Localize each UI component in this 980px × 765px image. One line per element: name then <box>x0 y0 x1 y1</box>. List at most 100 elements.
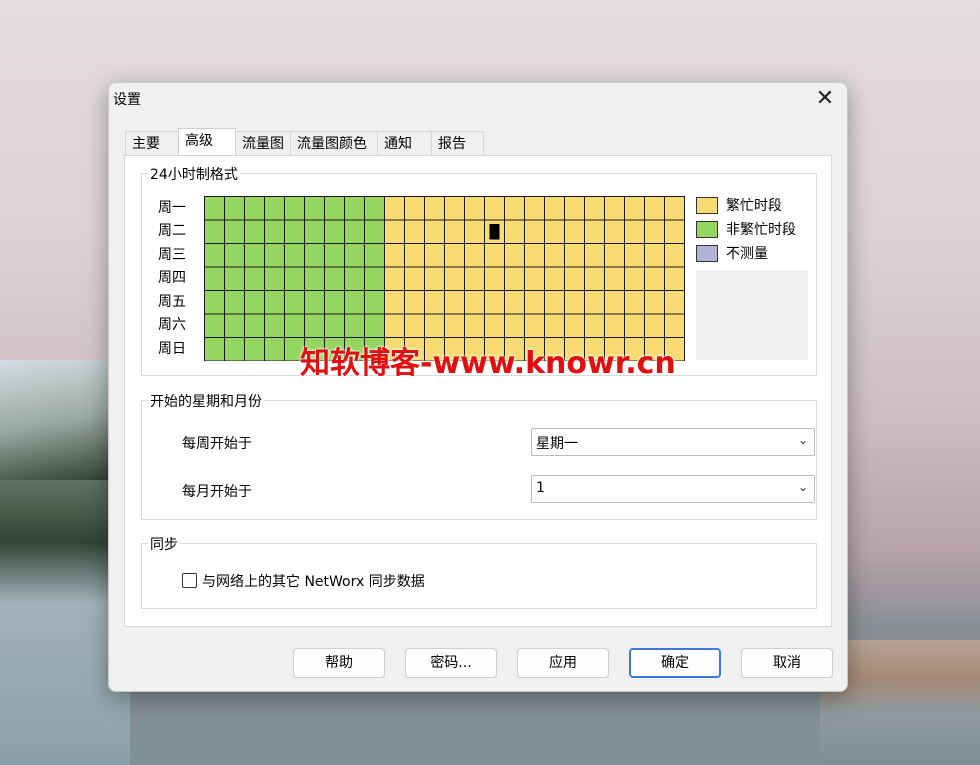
schedule-cell[interactable] <box>264 266 285 291</box>
schedule-cell[interactable] <box>324 266 345 291</box>
schedule-cell[interactable] <box>404 196 425 221</box>
schedule-cell[interactable] <box>424 290 445 315</box>
schedule-cell[interactable] <box>304 290 325 315</box>
schedule-cell[interactable] <box>564 290 585 315</box>
schedule-cell[interactable] <box>664 243 685 268</box>
schedule-cell[interactable] <box>624 290 645 315</box>
schedule-cell[interactable] <box>604 313 625 338</box>
schedule-cell[interactable] <box>304 196 325 221</box>
schedule-cell[interactable] <box>664 313 685 338</box>
schedule-cell[interactable] <box>544 266 565 291</box>
schedule-cell[interactable] <box>464 290 485 315</box>
schedule-cell[interactable] <box>384 290 405 315</box>
schedule-cell[interactable] <box>564 313 585 338</box>
schedule-cell[interactable] <box>264 219 285 244</box>
schedule-cell[interactable] <box>664 219 685 244</box>
schedule-cell[interactable] <box>484 266 505 291</box>
schedule-cell[interactable] <box>424 313 445 338</box>
schedule-cell[interactable] <box>484 243 505 268</box>
ok-button[interactable]: 确定 <box>629 648 721 678</box>
schedule-cell[interactable] <box>264 337 285 362</box>
schedule-cell[interactable] <box>584 196 605 221</box>
schedule-cell[interactable] <box>344 219 365 244</box>
schedule-cell[interactable] <box>364 196 385 221</box>
schedule-cell[interactable] <box>304 266 325 291</box>
tab-main[interactable]: 主要 <box>125 131 179 155</box>
schedule-cell[interactable] <box>204 196 225 221</box>
schedule-cell[interactable] <box>344 290 365 315</box>
schedule-cell[interactable] <box>224 243 245 268</box>
schedule-cell[interactable] <box>624 196 645 221</box>
schedule-cell[interactable] <box>524 266 545 291</box>
schedule-cell[interactable] <box>504 243 525 268</box>
schedule-cell[interactable] <box>564 219 585 244</box>
schedule-cell[interactable] <box>564 243 585 268</box>
schedule-cell[interactable] <box>524 290 545 315</box>
tab-graph[interactable]: 流量图 <box>235 131 291 155</box>
schedule-cell[interactable] <box>344 243 365 268</box>
schedule-cell[interactable] <box>584 219 605 244</box>
schedule-cell[interactable] <box>344 313 365 338</box>
schedule-cell[interactable] <box>444 196 465 221</box>
schedule-cell[interactable] <box>624 266 645 291</box>
schedule-cell[interactable] <box>604 243 625 268</box>
schedule-cell[interactable] <box>284 266 305 291</box>
schedule-cell[interactable] <box>284 219 305 244</box>
schedule-cell[interactable] <box>204 219 225 244</box>
schedule-cell[interactable] <box>424 219 445 244</box>
schedule-cell[interactable] <box>364 290 385 315</box>
schedule-cell[interactable] <box>384 219 405 244</box>
schedule-cell[interactable] <box>224 219 245 244</box>
schedule-cell[interactable] <box>244 219 265 244</box>
schedule-cell[interactable] <box>644 266 665 291</box>
schedule-cell[interactable] <box>204 313 225 338</box>
schedule-cell[interactable] <box>584 243 605 268</box>
password-button[interactable]: 密码... <box>405 648 497 678</box>
schedule-cell[interactable] <box>404 219 425 244</box>
schedule-cell[interactable] <box>284 243 305 268</box>
schedule-cell[interactable] <box>464 266 485 291</box>
schedule-cell[interactable] <box>364 243 385 268</box>
sync-checkbox[interactable] <box>182 573 197 588</box>
schedule-cell[interactable] <box>524 196 545 221</box>
schedule-cell[interactable] <box>264 313 285 338</box>
schedule-cell[interactable] <box>304 313 325 338</box>
schedule-cell[interactable] <box>404 243 425 268</box>
schedule-cell[interactable] <box>424 196 445 221</box>
schedule-cell[interactable] <box>604 290 625 315</box>
schedule-cell[interactable] <box>524 243 545 268</box>
schedule-cell[interactable] <box>404 313 425 338</box>
schedule-cell[interactable] <box>644 243 665 268</box>
schedule-cell[interactable] <box>244 337 265 362</box>
schedule-cell[interactable] <box>444 290 465 315</box>
schedule-cell[interactable] <box>544 243 565 268</box>
schedule-cell[interactable] <box>644 290 665 315</box>
schedule-cell[interactable] <box>244 313 265 338</box>
schedule-cell[interactable] <box>584 313 605 338</box>
schedule-cell[interactable] <box>424 243 445 268</box>
schedule-cell[interactable] <box>464 196 485 221</box>
cancel-button[interactable]: 取消 <box>741 648 833 678</box>
schedule-cell[interactable] <box>224 337 245 362</box>
schedule-cell[interactable] <box>284 313 305 338</box>
schedule-cell[interactable] <box>264 290 285 315</box>
schedule-cell[interactable] <box>224 290 245 315</box>
schedule-cell[interactable] <box>484 313 505 338</box>
schedule-cell[interactable] <box>384 196 405 221</box>
schedule-cell[interactable] <box>444 219 465 244</box>
schedule-cell[interactable] <box>604 266 625 291</box>
tab-graph-colors[interactable]: 流量图颜色 <box>290 131 378 155</box>
sync-checkbox-label[interactable]: 与网络上的其它 NetWorx 同步数据 <box>202 571 425 591</box>
schedule-cell[interactable] <box>224 266 245 291</box>
schedule-cell[interactable] <box>284 196 305 221</box>
schedule-cell[interactable] <box>424 266 445 291</box>
schedule-cell[interactable] <box>244 196 265 221</box>
close-icon[interactable]: ✕ <box>807 85 843 111</box>
schedule-cell[interactable] <box>504 266 525 291</box>
schedule-cell[interactable] <box>564 196 585 221</box>
schedule-cell[interactable] <box>204 266 225 291</box>
schedule-cell[interactable] <box>644 219 665 244</box>
schedule-cell[interactable] <box>384 266 405 291</box>
schedule-cell[interactable] <box>344 266 365 291</box>
schedule-cell[interactable] <box>324 196 345 221</box>
